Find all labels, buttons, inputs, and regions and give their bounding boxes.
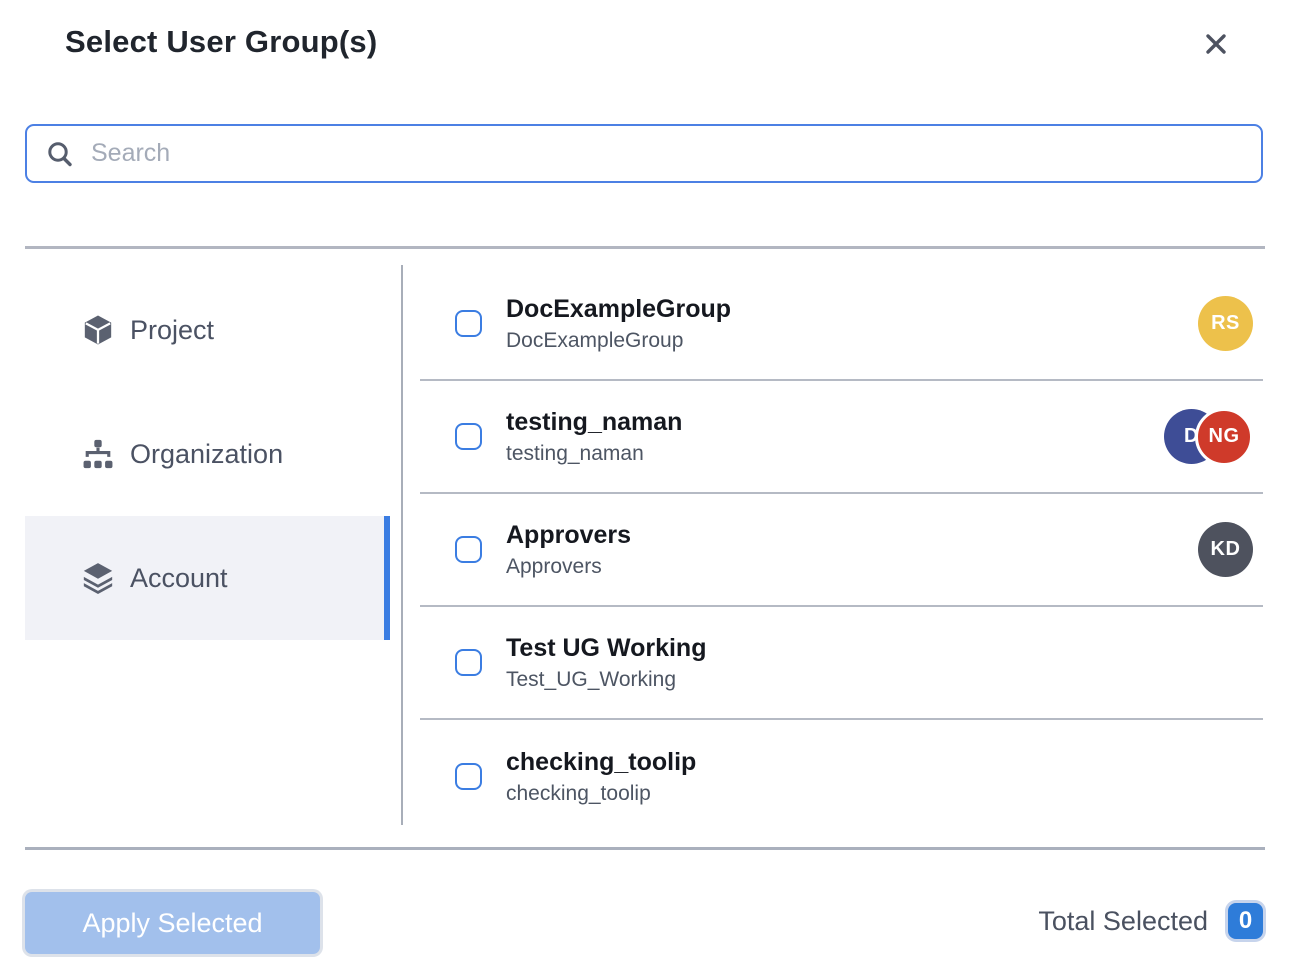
avatar: RS <box>1198 296 1253 351</box>
avatar: NG <box>1195 408 1253 466</box>
group-avatars: RS <box>1198 296 1253 351</box>
sidebar-item-label: Organization <box>130 439 283 470</box>
cube-icon <box>80 312 116 348</box>
group-row-testing-naman: testing_naman testing_naman D NG <box>420 381 1263 494</box>
search-input[interactable] <box>91 139 1243 168</box>
sidebar-item-account[interactable]: Account <box>25 516 390 640</box>
avatar: KD <box>1198 522 1253 577</box>
org-chart-icon <box>80 436 116 472</box>
group-subtitle: Approvers <box>506 555 631 579</box>
dialog-title: Select User Group(s) <box>65 24 377 60</box>
group-row-test-ug-working: Test UG Working Test_UG_Working <box>420 607 1263 720</box>
user-group-list: DocExampleGroup DocExampleGroup RS testi… <box>420 268 1263 833</box>
close-button[interactable] <box>1200 28 1232 60</box>
select-user-groups-dialog: Select User Group(s) <box>0 0 1290 970</box>
group-text: testing_naman testing_naman <box>506 407 682 465</box>
group-row-docexamplegroup: DocExampleGroup DocExampleGroup RS <box>420 268 1263 381</box>
group-subtitle: Test_UG_Working <box>506 668 706 692</box>
group-title: Test UG Working <box>506 633 706 664</box>
total-selected: Total Selected 0 <box>1038 903 1263 939</box>
group-title: testing_naman <box>506 407 682 438</box>
group-subtitle: checking_toolip <box>506 782 696 806</box>
group-checkbox[interactable] <box>455 649 482 676</box>
group-avatars: D NG <box>1164 408 1253 466</box>
group-title: Approvers <box>506 520 631 551</box>
close-icon <box>1202 30 1230 58</box>
group-row-checking-toolip: checking_toolip checking_toolip <box>420 720 1263 833</box>
group-checkbox[interactable] <box>455 423 482 450</box>
group-checkbox[interactable] <box>455 763 482 790</box>
sidebar-list-divider <box>401 265 403 825</box>
sidebar-item-label: Project <box>130 315 214 346</box>
group-text: checking_toolip checking_toolip <box>506 747 696 805</box>
footer-divider <box>25 847 1265 850</box>
sidebar-item-organization[interactable]: Organization <box>25 392 390 516</box>
group-text: Test UG Working Test_UG_Working <box>506 633 706 691</box>
group-text: Approvers Approvers <box>506 520 631 578</box>
group-text: DocExampleGroup DocExampleGroup <box>506 294 731 352</box>
group-title: checking_toolip <box>506 747 696 778</box>
group-avatars: KD <box>1198 522 1253 577</box>
apply-selected-button[interactable]: Apply Selected <box>25 892 320 954</box>
group-subtitle: DocExampleGroup <box>506 329 731 353</box>
sidebar-item-project[interactable]: Project <box>25 268 390 392</box>
search-icon <box>45 139 75 169</box>
group-row-approvers: Approvers Approvers KD <box>420 494 1263 607</box>
group-checkbox[interactable] <box>455 310 482 337</box>
group-subtitle: testing_naman <box>506 442 682 466</box>
dialog-header: Select User Group(s) <box>0 0 1290 90</box>
header-divider <box>25 246 1265 249</box>
sidebar-item-label: Account <box>130 563 228 594</box>
layers-icon <box>80 560 116 596</box>
total-selected-count-badge: 0 <box>1228 903 1263 939</box>
group-title: DocExampleGroup <box>506 294 731 325</box>
search-box <box>25 124 1263 183</box>
scope-sidebar: Project Organization <box>25 268 390 640</box>
total-selected-label: Total Selected <box>1038 906 1208 937</box>
group-checkbox[interactable] <box>455 536 482 563</box>
